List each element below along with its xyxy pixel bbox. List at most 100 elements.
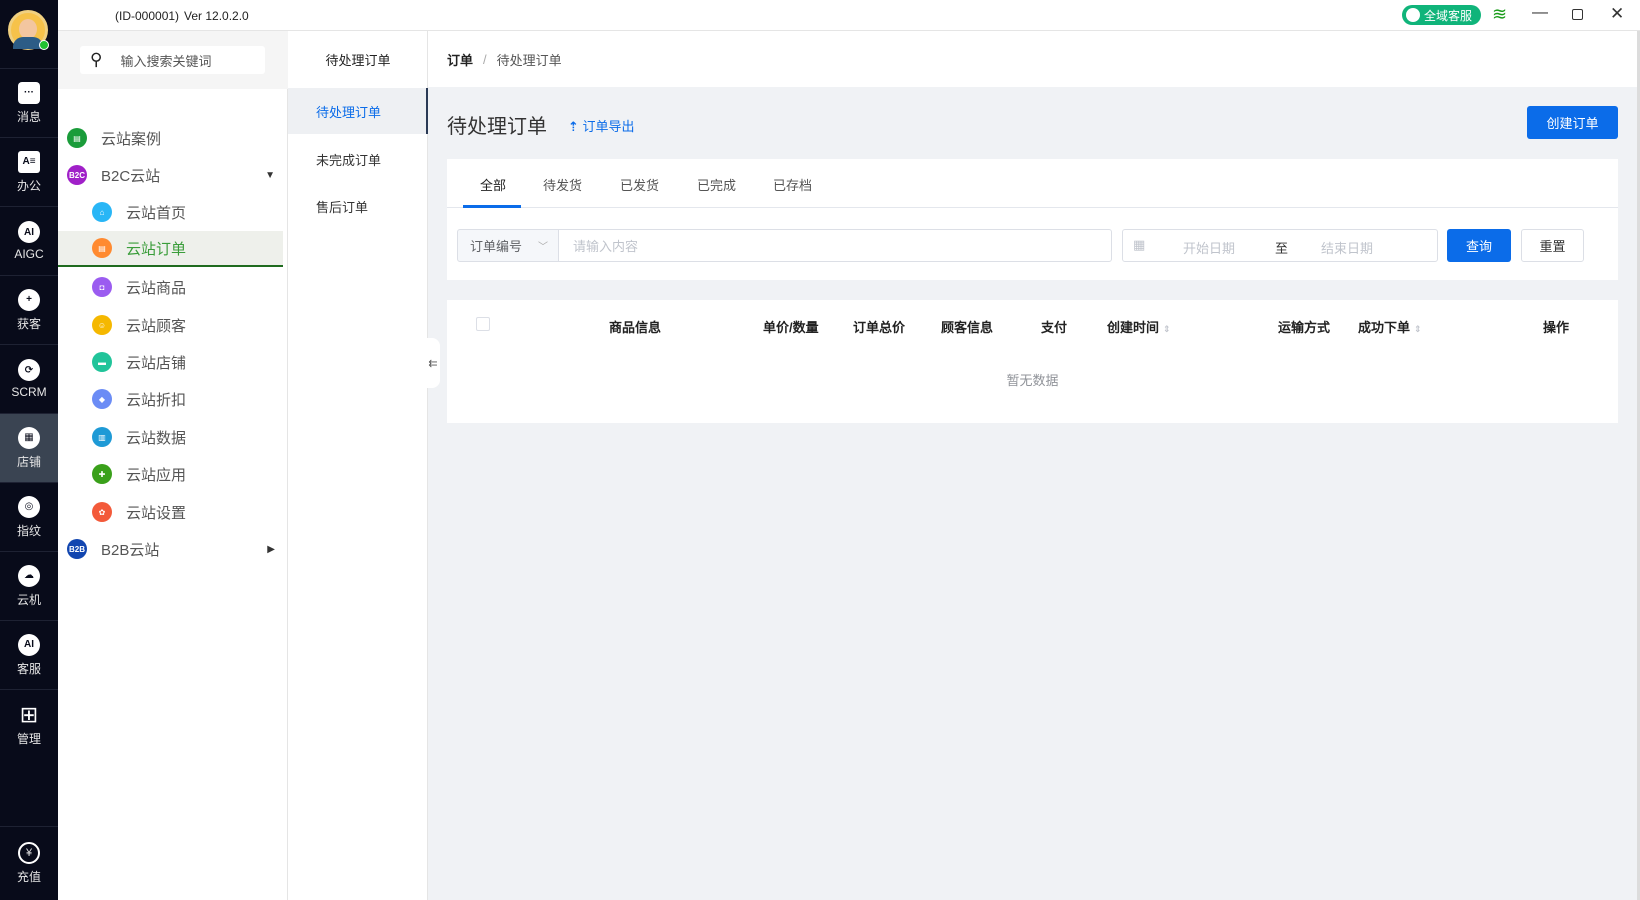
nav-item[interactable]: B2C B2C云站 ▼: [58, 157, 283, 193]
subnav-header: 待处理订单: [325, 52, 391, 68]
nav-item-icon: ▤: [92, 238, 112, 258]
column-header[interactable]: 创建时间 ⇕: [1107, 317, 1171, 336]
nav-item[interactable]: ▬ 云站店铺: [58, 344, 283, 380]
nav-item-icon: ▬: [92, 352, 112, 372]
rail-item-store[interactable]: ▦ 店铺: [0, 413, 58, 482]
column-header-label: 创建时间: [1107, 320, 1160, 335]
breadcrumb-separator: /: [483, 51, 487, 67]
nav-item[interactable]: ◆ 云站折扣: [58, 381, 283, 417]
order-subnav: 待处理订单 待处理订单 未完成订单 售后订单 ⇇: [288, 31, 440, 900]
nav-item-label: 云站订单: [126, 240, 187, 258]
end-date-input[interactable]: 结束日期: [1321, 238, 1373, 257]
nav-item-icon: ✚: [92, 464, 112, 484]
query-button[interactable]: 查询: [1447, 229, 1511, 262]
create-order-button[interactable]: 创建订单: [1527, 106, 1618, 139]
fingerprint-icon: ◎: [18, 495, 40, 518]
tab[interactable]: 已发货: [620, 175, 659, 194]
subnav-item-pending[interactable]: 待处理订单: [288, 88, 428, 134]
field-select[interactable]: 订单编号 ﹀: [457, 229, 559, 262]
nav-item[interactable]: B2B B2B云站 ▶: [58, 531, 283, 567]
service-label: 全域客服: [1424, 8, 1473, 23]
rail-label: 消息: [16, 109, 41, 124]
nav-item-icon: ✿: [92, 502, 112, 522]
column-header: 订单总价: [853, 317, 905, 336]
tab[interactable]: 全部: [480, 175, 506, 194]
app-id: (ID-000001): [115, 9, 180, 23]
nav-item-icon: B2B: [67, 539, 87, 559]
search-placeholder: 输入搜索关键词: [120, 53, 212, 69]
rail-item-service[interactable]: AI 客服: [0, 620, 58, 689]
select-all-checkbox[interactable]: [476, 317, 490, 331]
nav-item-icon: ▤: [67, 128, 87, 148]
nav-item-icon: ▥: [92, 427, 112, 447]
export-button[interactable]: ⇡ 订单导出: [568, 116, 635, 135]
breadcrumb-root[interactable]: 订单: [447, 50, 473, 69]
search-input[interactable]: ⚲ 输入搜索关键词: [80, 46, 265, 74]
rail-item-aigc[interactable]: AI AIGC: [0, 206, 58, 275]
subnav-item-incomplete[interactable]: 未完成订单: [288, 136, 428, 182]
nav-item[interactable]: ▤ 云站案例: [58, 120, 283, 156]
nav-item[interactable]: ☺ 云站顾客: [58, 307, 283, 343]
rail-item-cloud-machine[interactable]: ☁ 云机: [0, 551, 58, 620]
rail-item-acquire[interactable]: + 获客: [0, 275, 58, 344]
search-content-input[interactable]: 请输入内容: [558, 229, 1112, 262]
nav-item-icon: ☺: [92, 315, 112, 335]
nav-item[interactable]: ✿ 云站设置: [58, 494, 283, 530]
rail-label: 管理: [16, 731, 41, 746]
nav-item[interactable]: ◘ 云站商品: [58, 269, 283, 305]
nav-item[interactable]: ▥ 云站数据: [58, 419, 283, 455]
caret-right-icon[interactable]: ▶: [267, 544, 275, 555]
nav-item-label: 云站折扣: [126, 391, 187, 409]
nav-search-area: ⚲ 输入搜索关键词: [58, 31, 288, 89]
layers-icon[interactable]: ≋: [1492, 4, 1507, 25]
date-range-picker[interactable]: ▦ 开始日期 至 结束日期: [1122, 229, 1438, 262]
rail-item-fingerprint[interactable]: ◎ 指纹: [0, 482, 58, 551]
rail-label: 客服: [16, 661, 41, 676]
column-header-label: 运输方式: [1278, 320, 1331, 335]
rail-label: 获客: [16, 316, 41, 331]
nav-item-label: 云站应用: [126, 466, 187, 484]
ai-icon: AI: [18, 221, 40, 243]
rail-item-recharge[interactable]: ¥ 充值: [0, 826, 58, 900]
start-date-input[interactable]: 开始日期: [1183, 238, 1235, 257]
service-button[interactable]: 全域客服: [1402, 5, 1481, 25]
sort-icon[interactable]: ⇕: [1163, 324, 1171, 334]
avatar[interactable]: [8, 10, 49, 50]
headset-icon: [1406, 8, 1420, 22]
nav-item-label: 云站数据: [126, 429, 187, 447]
caret-down-icon[interactable]: ▼: [265, 170, 275, 181]
store-icon: ▦: [18, 426, 40, 449]
rail-item-manage[interactable]: ⊞ 管理: [0, 689, 58, 758]
nav-item[interactable]: ▤ 云站订单: [58, 231, 283, 267]
sort-icon[interactable]: ⇕: [1414, 324, 1422, 334]
minimize-button[interactable]: —: [1532, 4, 1548, 22]
reset-button[interactable]: 重置: [1521, 229, 1584, 262]
rail-item-office[interactable]: A≡ 办公: [0, 137, 58, 206]
collapse-toggle[interactable]: ⇇: [426, 338, 440, 388]
column-header-label: 商品信息: [609, 320, 662, 335]
column-header[interactable]: 成功下单 ⇕: [1358, 317, 1422, 336]
column-header-label: 订单总价: [853, 320, 906, 335]
tab[interactable]: 待发货: [543, 175, 582, 194]
app-rail: ··· 消息 A≡ 办公 AI AIGC + 获客 ⟳ SCRM ▦ 店铺 ◎ 指纹 ☁ 云机 …: [0, 0, 58, 900]
column-header: 顾客信息: [941, 317, 993, 336]
nav-item[interactable]: ✚ 云站应用: [58, 456, 283, 492]
tab[interactable]: 已完成: [697, 175, 736, 194]
column-header: 商品信息: [609, 317, 661, 336]
page-title: 待处理订单: [447, 116, 547, 138]
nav-item-icon: ⌂: [92, 202, 112, 222]
rail-item-scrm[interactable]: ⟳ SCRM: [0, 344, 58, 413]
nav-item-label: 云站店铺: [126, 354, 187, 372]
column-header-label: 顾客信息: [941, 320, 994, 335]
upload-icon: ⇡: [568, 119, 579, 134]
nav-item-label: 云站设置: [126, 504, 187, 522]
tab[interactable]: 已存档: [773, 175, 812, 194]
maximize-button[interactable]: [1572, 9, 1583, 20]
subnav-item-aftersale[interactable]: 售后订单: [288, 183, 428, 229]
chevron-down-icon: ﹀: [538, 242, 548, 253]
ai-chat-icon: AI: [18, 633, 40, 656]
nav-item[interactable]: ⌂ 云站首页: [58, 194, 283, 230]
rail-item-messages[interactable]: ··· 消息: [0, 68, 58, 137]
close-button[interactable]: ✕: [1610, 4, 1624, 24]
nav-item-label: 云站顾客: [126, 317, 187, 335]
